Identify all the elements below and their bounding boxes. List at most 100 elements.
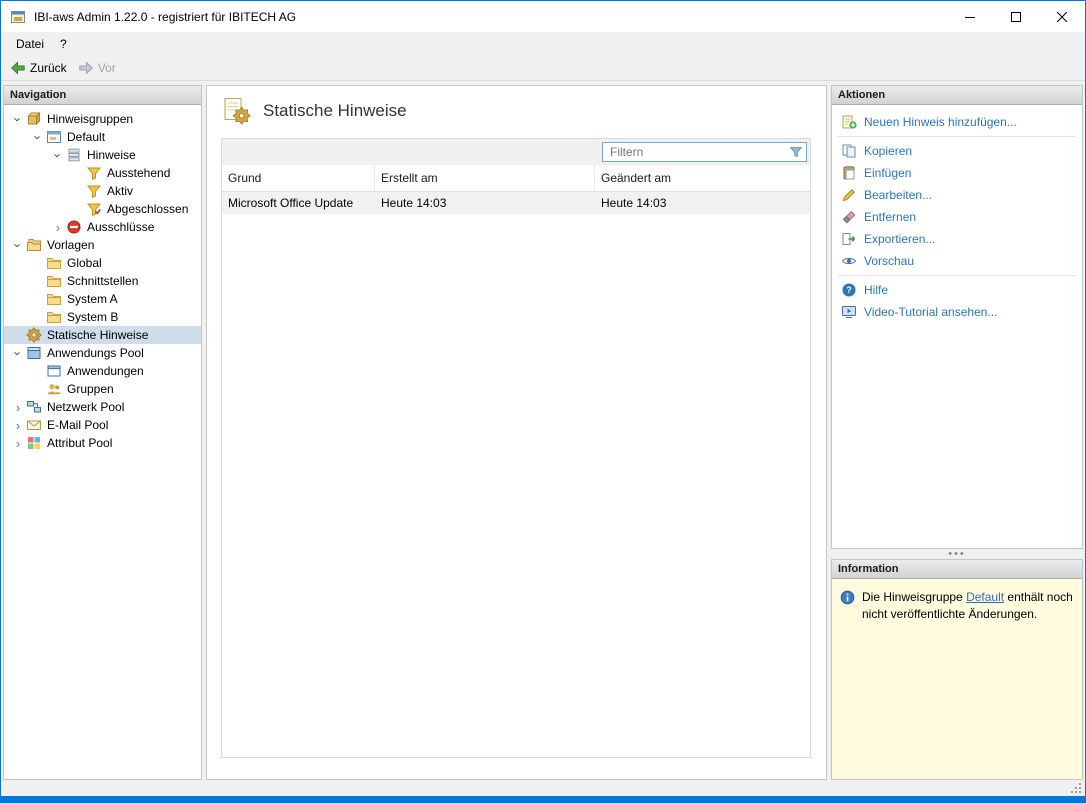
tree-item-ausstehend[interactable]: Ausstehend bbox=[4, 164, 201, 182]
menu-datei[interactable]: Datei bbox=[8, 34, 52, 54]
video-tutorial-action[interactable]: Video-Tutorial ansehen... bbox=[832, 301, 1082, 323]
edit-action[interactable]: Bearbeiten... bbox=[832, 184, 1082, 206]
folder-icon bbox=[46, 273, 62, 289]
preview-action[interactable]: Vorschau bbox=[832, 250, 1082, 272]
action-label: Kopieren bbox=[864, 144, 912, 158]
actions-info-splitter[interactable]: ••• bbox=[831, 549, 1083, 559]
action-label: Video-Tutorial ansehen... bbox=[864, 305, 997, 319]
tree-item-statische-hinweise[interactable]: Statische Hinweise bbox=[4, 326, 201, 344]
filter-funnel-icon[interactable] bbox=[789, 145, 803, 159]
tree-item-ausschluesse[interactable]: Ausschlüsse bbox=[4, 218, 201, 236]
minimize-button[interactable] bbox=[947, 1, 993, 32]
information-message: Die Hinweisgruppe Default enthält noch n… bbox=[862, 589, 1074, 624]
filter-done-icon bbox=[86, 201, 102, 217]
eraser-icon bbox=[841, 209, 857, 225]
chevron-right-icon[interactable] bbox=[50, 221, 66, 234]
cell-grund: Microsoft Office Update bbox=[222, 192, 375, 214]
actions-separator bbox=[838, 275, 1076, 276]
window-title: IBI-aws Admin 1.22.0 - registriert für I… bbox=[34, 10, 296, 24]
export-icon bbox=[841, 231, 857, 247]
chevron-down-icon[interactable] bbox=[50, 149, 66, 162]
svg-text:?: ? bbox=[846, 285, 852, 295]
column-header-geaendert-am[interactable]: Geändert am bbox=[595, 165, 810, 191]
chevron-down-icon[interactable] bbox=[10, 113, 26, 126]
chevron-right-icon[interactable] bbox=[10, 419, 26, 432]
close-button[interactable] bbox=[1039, 1, 1085, 32]
menu-help[interactable]: ? bbox=[52, 34, 75, 54]
tree-item-abgeschlossen[interactable]: Abgeschlossen bbox=[4, 200, 201, 218]
chevron-right-icon[interactable] bbox=[10, 437, 26, 450]
tree-item-label: Netzwerk Pool bbox=[47, 400, 124, 414]
workspace: Navigation Hinweisgruppen Default Hinwei… bbox=[1, 81, 1085, 780]
remove-action[interactable]: Entfernen bbox=[832, 206, 1082, 228]
tree-item-anwendungen[interactable]: Anwendungen bbox=[4, 362, 201, 380]
add-hint-action[interactable]: Neuen Hinweis hinzufügen... bbox=[832, 111, 1082, 133]
tree-item-label: System B bbox=[67, 310, 118, 324]
tree-item-gruppen[interactable]: Gruppen bbox=[4, 380, 201, 398]
copy-action[interactable]: Kopieren bbox=[832, 140, 1082, 162]
statusbar bbox=[1, 780, 1085, 796]
column-header-erstellt-am[interactable]: Erstellt am bbox=[375, 165, 595, 191]
default-group-link[interactable]: Default bbox=[966, 590, 1004, 604]
information-content: Die Hinweisgruppe Default enthält noch n… bbox=[832, 579, 1082, 624]
navigation-tree: Hinweisgruppen Default Hinweise Ausstehe… bbox=[4, 105, 201, 452]
filter-icon bbox=[86, 183, 102, 199]
navigation-panel: Navigation Hinweisgruppen Default Hinwei… bbox=[3, 85, 202, 780]
table-row[interactable]: Microsoft Office Update Heute 14:03 Heut… bbox=[222, 192, 810, 214]
edit-icon bbox=[841, 187, 857, 203]
tree-item-hinweisgruppen[interactable]: Hinweisgruppen bbox=[4, 110, 201, 128]
chevron-down-icon[interactable] bbox=[10, 347, 26, 360]
chevron-placeholder bbox=[70, 185, 86, 197]
tree-item-label: Schnittstellen bbox=[67, 274, 138, 288]
info-text-prefix: Die Hinweisgruppe bbox=[862, 590, 966, 604]
info-icon bbox=[840, 590, 855, 624]
forward-button[interactable]: Vor bbox=[74, 58, 123, 78]
tree-item-system-a[interactable]: System A bbox=[4, 290, 201, 308]
tree-item-global[interactable]: Global bbox=[4, 254, 201, 272]
tree-item-schnittstellen[interactable]: Schnittstellen bbox=[4, 272, 201, 290]
chevron-placeholder bbox=[30, 383, 46, 395]
chevron-down-icon[interactable] bbox=[30, 131, 46, 144]
export-action[interactable]: Exportieren... bbox=[832, 228, 1082, 250]
tree-item-hinweise[interactable]: Hinweise bbox=[4, 146, 201, 164]
tree-item-aktiv[interactable]: Aktiv bbox=[4, 182, 201, 200]
hints-icon bbox=[66, 147, 82, 163]
maximize-button[interactable] bbox=[993, 1, 1039, 32]
network-pool-icon bbox=[26, 399, 42, 415]
tree-item-label: Global bbox=[67, 256, 102, 270]
chevron-placeholder bbox=[30, 257, 46, 269]
menubar: Datei ? bbox=[1, 32, 1085, 55]
tree-item-system-b[interactable]: System B bbox=[4, 308, 201, 326]
tree-item-label: Ausschlüsse bbox=[87, 220, 154, 234]
action-label: Bearbeiten... bbox=[864, 188, 932, 202]
chevron-placeholder bbox=[30, 275, 46, 287]
column-header-grund[interactable]: Grund bbox=[222, 165, 375, 191]
applications-icon bbox=[46, 363, 62, 379]
page-title: Statische Hinweise bbox=[263, 101, 407, 121]
resize-grip[interactable] bbox=[1070, 782, 1082, 794]
exclusions-icon bbox=[66, 219, 82, 235]
chevron-right-icon[interactable] bbox=[10, 401, 26, 414]
groups-icon bbox=[46, 381, 62, 397]
tree-item-email-pool[interactable]: E-Mail Pool bbox=[4, 416, 201, 434]
tree-item-default[interactable]: Default bbox=[4, 128, 201, 146]
tree-item-vorlagen[interactable]: Vorlagen bbox=[4, 236, 201, 254]
tree-item-attribut-pool[interactable]: Attribut Pool bbox=[4, 434, 201, 452]
actions-panel: Aktionen Neuen Hinweis hinzufügen... Kop… bbox=[831, 85, 1083, 549]
information-header: Information bbox=[832, 560, 1082, 579]
main-header: Statische Hinweise bbox=[207, 86, 826, 126]
chevron-down-icon[interactable] bbox=[10, 239, 26, 252]
tree-item-netzwerk-pool[interactable]: Netzwerk Pool bbox=[4, 398, 201, 416]
paste-action[interactable]: Einfügen bbox=[832, 162, 1082, 184]
table-header: Grund Erstellt am Geändert am bbox=[222, 165, 810, 192]
paste-icon bbox=[841, 165, 857, 181]
chevron-placeholder bbox=[70, 167, 86, 179]
help-action[interactable]: ? Hilfe bbox=[832, 279, 1082, 301]
back-button[interactable]: Zurück bbox=[6, 58, 74, 78]
actions-header: Aktionen bbox=[832, 86, 1082, 105]
app-window: IBI-aws Admin 1.22.0 - registriert für I… bbox=[0, 0, 1086, 803]
tree-item-anwendungs-pool[interactable]: Anwendungs Pool bbox=[4, 344, 201, 362]
window-bottom-border bbox=[1, 796, 1085, 802]
filter-input[interactable] bbox=[602, 142, 807, 162]
filter-bar bbox=[222, 139, 810, 165]
